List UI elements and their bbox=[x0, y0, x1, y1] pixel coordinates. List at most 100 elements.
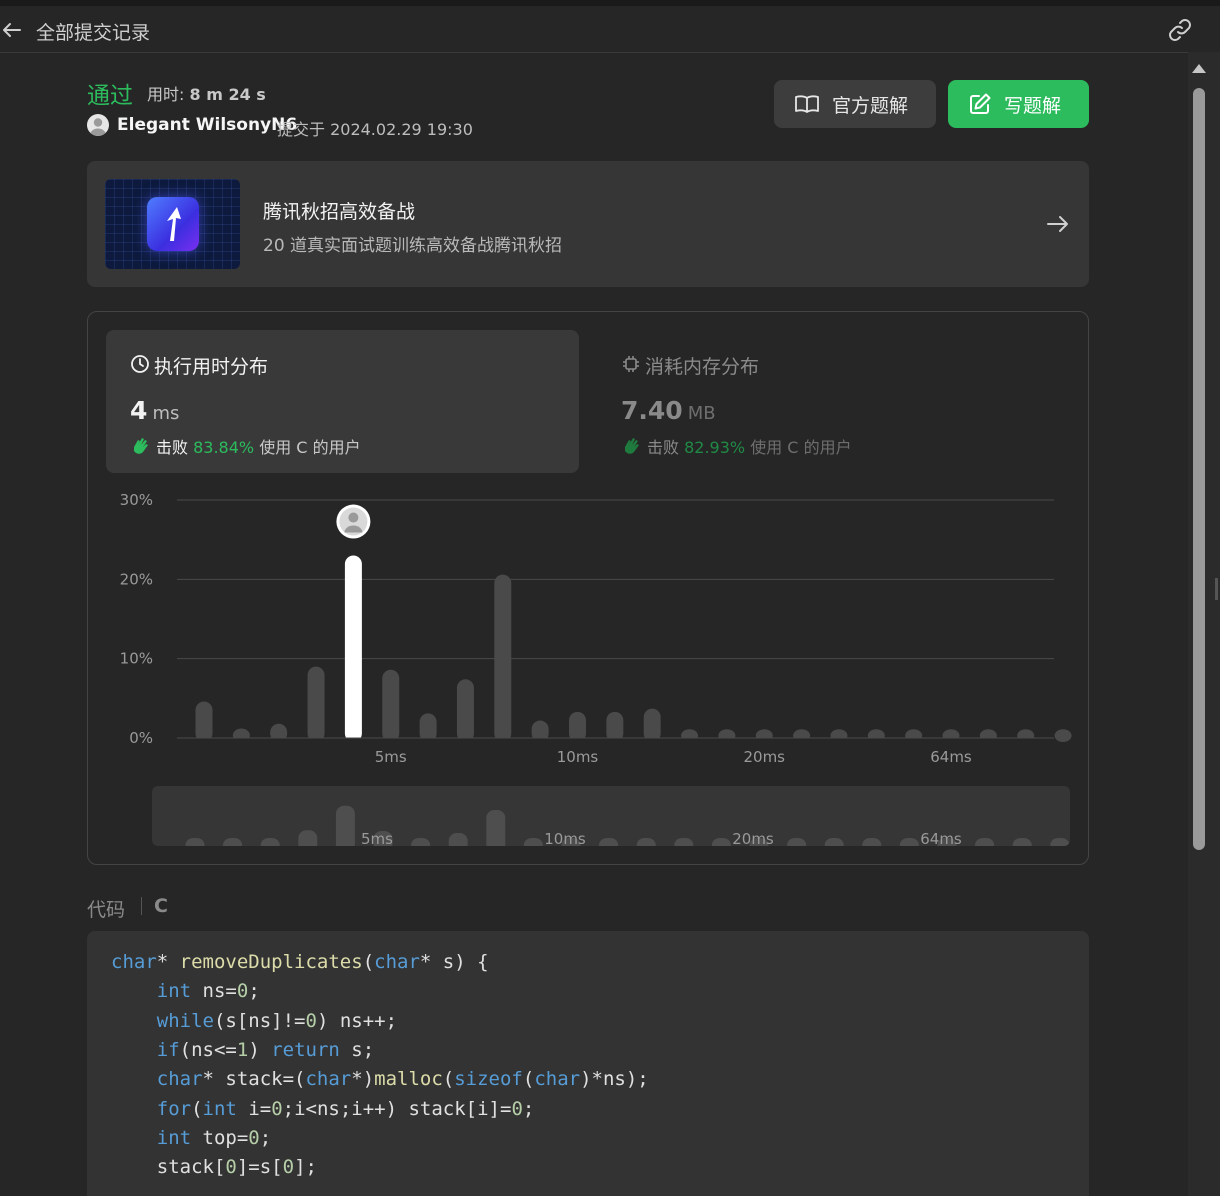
navigator-bar bbox=[448, 833, 468, 846]
code-keyword: return bbox=[271, 1038, 340, 1061]
promo-card[interactable]: 腾讯秋招高效备战 20 道真实面试题训练高效备战腾讯秋招 bbox=[87, 161, 1089, 287]
bar bbox=[1054, 729, 1072, 742]
code-text: ; bbox=[248, 980, 260, 1003]
avatar-marker-head bbox=[348, 512, 359, 523]
x-tick-label: 5ms bbox=[375, 748, 407, 766]
write-solution-button[interactable]: 写题解 bbox=[948, 80, 1089, 128]
promo-title: 腾讯秋招高效备战 bbox=[263, 201, 416, 223]
bar bbox=[606, 711, 624, 742]
navigator-bar bbox=[411, 838, 431, 846]
distribution-panel: 执行用时分布 4 ms 击败 83.84% 使用 C 的用户 消耗内存分布 7.… bbox=[87, 311, 1089, 865]
code-text: ns= bbox=[191, 980, 237, 1003]
scrollbar-thumb[interactable] bbox=[1193, 88, 1205, 850]
x-tick-label: 64ms bbox=[930, 748, 972, 766]
code-text: )*ns); bbox=[580, 1068, 649, 1091]
bar bbox=[643, 708, 661, 742]
link-icon[interactable] bbox=[1166, 17, 1194, 43]
code-keyword: sizeof bbox=[454, 1068, 523, 1091]
arrow-right-icon bbox=[1047, 216, 1068, 232]
x-tick-label: 10ms bbox=[557, 748, 599, 766]
code-line: char* stack=(char*)malloc(sizeof(char)*n… bbox=[111, 1068, 649, 1090]
chart-range-navigator[interactable]: 5ms 10ms 20ms 64ms bbox=[152, 786, 1070, 846]
code-function: removeDuplicates bbox=[179, 951, 363, 973]
official-solution-button[interactable]: 官方题解 bbox=[774, 80, 936, 128]
code-text: * stack=( bbox=[202, 1068, 306, 1091]
code-text: ; bbox=[522, 1097, 535, 1120]
code-text: ( bbox=[362, 951, 375, 973]
navigator-bar bbox=[975, 838, 995, 846]
code-text: ;i<ns;i++) stack[i]= bbox=[282, 1097, 512, 1120]
code-text: ]=s[ bbox=[236, 1156, 283, 1179]
code-keyword: char bbox=[534, 1068, 581, 1091]
code-text: top= bbox=[191, 1126, 249, 1149]
code-keyword: char bbox=[111, 951, 157, 973]
code-keyword: int bbox=[156, 980, 192, 1003]
code-keyword: for bbox=[156, 1097, 192, 1120]
code-text: i= bbox=[236, 1097, 272, 1120]
navigator-bar bbox=[787, 838, 807, 846]
navigator-bar bbox=[824, 838, 844, 846]
code-text: * s) { bbox=[419, 951, 489, 973]
bar bbox=[456, 679, 474, 742]
navigator-bar bbox=[599, 838, 619, 846]
back-arrow-icon[interactable] bbox=[0, 18, 24, 42]
bar bbox=[569, 711, 586, 742]
code-text: ( bbox=[442, 1068, 455, 1091]
code-number: 1 bbox=[236, 1038, 249, 1061]
navigator-bar bbox=[899, 838, 919, 846]
navigator-tick-label: 10ms bbox=[544, 830, 586, 846]
promo-subtitle: 20 道真实面试题训练高效备战腾讯秋招 bbox=[263, 236, 563, 256]
code-line: stack[0]=s[0]; bbox=[111, 1156, 317, 1178]
navigator-tick-label: 20ms bbox=[732, 830, 774, 846]
code-number: 0 bbox=[511, 1097, 523, 1120]
bar bbox=[382, 669, 400, 742]
code-keyword: char bbox=[305, 1068, 352, 1091]
code-block[interactable]: char* removeDuplicates(char* s) { int ns… bbox=[87, 931, 1089, 1196]
code-keyword: int bbox=[202, 1097, 237, 1120]
code-text: ( bbox=[191, 1097, 203, 1120]
code-text: ( bbox=[522, 1068, 535, 1091]
code-number: 0 bbox=[271, 1097, 283, 1120]
navigator-bar bbox=[298, 830, 318, 846]
navigator-bar bbox=[223, 838, 243, 846]
code-line: while(s[ns]!=0) ns++; bbox=[111, 1010, 397, 1032]
bar bbox=[494, 574, 512, 742]
bar bbox=[195, 701, 213, 742]
navigator-bar bbox=[185, 837, 205, 846]
code-keyword: int bbox=[156, 1126, 192, 1149]
scroll-up-icon[interactable] bbox=[1192, 64, 1206, 73]
user-name-link[interactable]: Elegant WilsonyN6 bbox=[117, 115, 297, 135]
code-line: for(int i=0;i<ns;i++) stack[i]=0; bbox=[111, 1097, 535, 1120]
code-text: s; bbox=[339, 1038, 375, 1061]
navigator-tick-label: 5ms bbox=[361, 830, 393, 846]
navigator-bar bbox=[674, 838, 694, 846]
code-text: (ns<= bbox=[179, 1038, 237, 1061]
elapsed-time: 用时: 8 m 24 s bbox=[147, 81, 266, 105]
elapsed-time-value: 8 m 24 s bbox=[189, 85, 266, 104]
x-tick-label: 20ms bbox=[743, 748, 785, 766]
user-avatar[interactable] bbox=[87, 114, 109, 136]
user-silhouette-icon bbox=[89, 118, 107, 136]
promo-logo bbox=[147, 197, 199, 251]
runtime-distribution-chart: 0% 10% 20% 30% 5ms 10ms 20ms 64ms bbox=[120, 491, 1072, 766]
divider bbox=[141, 897, 142, 915]
code-line: int top=0; bbox=[111, 1127, 271, 1149]
y-tick-label: 10% bbox=[120, 650, 153, 668]
navigator-bar bbox=[636, 838, 656, 846]
code-label: 代码 bbox=[87, 899, 126, 921]
baseline-mask bbox=[177, 738, 1054, 744]
resize-handle[interactable] bbox=[1215, 578, 1218, 600]
code-text: (s[ns]!= bbox=[213, 1009, 306, 1032]
page-header: 全部提交记录 bbox=[0, 6, 1191, 53]
code-text: ) bbox=[248, 1038, 272, 1061]
code-number: 0 bbox=[225, 1156, 237, 1179]
code-keyword: char bbox=[156, 1068, 203, 1091]
navigator-bar bbox=[523, 838, 543, 846]
code-line: if(ns<=1) return s; bbox=[111, 1039, 374, 1061]
code-line: int ns=0; bbox=[111, 980, 260, 1002]
